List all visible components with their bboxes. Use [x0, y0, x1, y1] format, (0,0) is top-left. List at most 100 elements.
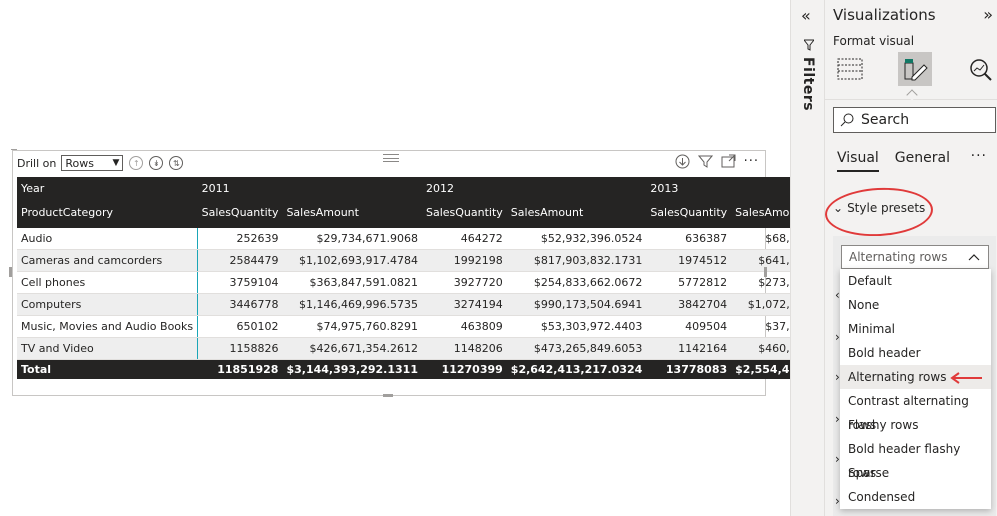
filters-label[interactable]: Filters	[800, 57, 816, 111]
preset-option[interactable]: Condensed	[840, 485, 991, 509]
funnel-icon	[802, 36, 816, 55]
table-row: Computers 3446778 $1,146,469,996.5735 32741…	[17, 293, 871, 316]
filter-icon[interactable]	[697, 154, 713, 169]
table-cell: 11270399	[421, 359, 507, 379]
table-cell: $426,671,354.2612	[282, 337, 422, 360]
search-input[interactable]: Search	[833, 107, 996, 133]
table-cell: SalesQuantity	[197, 199, 283, 228]
drill-down-all-icon[interactable]: ↡	[149, 156, 164, 170]
table-cell: 1142164	[646, 337, 732, 360]
table-cell: $53,303,972.4403	[506, 315, 647, 338]
more-options-icon[interactable]: ···	[971, 148, 987, 164]
table-cell: 3446778	[197, 293, 283, 316]
search-icon	[840, 113, 854, 127]
format-visual-icon[interactable]	[898, 52, 932, 86]
table-cell: $29,734,671.9068	[282, 227, 422, 250]
table-cell: $74,975,760.8291	[282, 315, 422, 338]
build-visual-icon[interactable]	[833, 52, 867, 86]
collapse-icon[interactable]: «	[801, 6, 811, 25]
table-cell: 5772812	[646, 271, 732, 294]
filters-pane: « Filters	[790, 0, 824, 516]
table-cell: 2584479	[197, 249, 283, 272]
total-row: Total 11851928 $3,144,393,292.1311 11270399…	[17, 359, 871, 379]
resize-handle-bottom[interactable]	[383, 394, 393, 397]
table-cell: SalesQuantity	[646, 199, 732, 228]
table-cell: 3927720	[421, 271, 507, 294]
style-preset-options: Default None Minimal Bold header Alternating…	[840, 269, 991, 509]
preset-option[interactable]: None	[840, 293, 991, 317]
table-cell: 1148206	[421, 337, 507, 360]
analytics-icon[interactable]	[963, 52, 997, 86]
drill-on-label: Drill on	[17, 156, 57, 170]
focus-mode-icon[interactable]	[721, 154, 736, 169]
preset-option[interactable]: Flashy rows	[840, 413, 991, 437]
style-presets-header[interactable]: ⌄ Style presets	[833, 201, 925, 215]
drill-mode-icon[interactable]	[675, 154, 690, 169]
resize-handle-right[interactable]	[764, 267, 767, 277]
table-cell: 2013	[646, 177, 732, 199]
preset-option[interactable]: Bold header	[840, 341, 991, 365]
preset-option[interactable]: Contrast alternating rows	[840, 389, 991, 432]
visual-actions: ···	[675, 154, 759, 169]
expand-all-icon[interactable]: ⇅	[169, 156, 184, 170]
table-cell: 636387	[646, 227, 732, 250]
more-options-icon[interactable]: ···	[744, 154, 759, 169]
table-cell: 2011	[197, 177, 283, 199]
table-cell: SalesAmount	[506, 199, 647, 228]
tab-visual[interactable]: Visual	[837, 150, 879, 172]
table-cell: $2,642,413,217.0324	[506, 359, 647, 379]
table-cell: 409504	[646, 315, 732, 338]
table-cell: SalesAmount	[282, 199, 422, 228]
style-preset-select[interactable]: Alternating rows	[841, 245, 989, 269]
table-cell: $1,102,693,917.4784	[282, 249, 422, 272]
drill-up-icon[interactable]: ↑	[129, 156, 144, 170]
table-cell: $3,144,393,292.1311	[282, 359, 422, 379]
preset-option[interactable]: Sparse	[840, 461, 991, 485]
format-tabs: Visual General	[837, 150, 950, 172]
table-cell: 463809	[421, 315, 507, 338]
table-cell: 464272	[421, 227, 507, 250]
table-cell	[506, 177, 647, 199]
table-row: Music, Movies and Audio Books 650102 $74,9…	[17, 315, 871, 338]
table-row: TV and Video 1158826 $426,671,354.2612 1148…	[17, 337, 871, 360]
table-cell: 650102	[197, 315, 283, 338]
drag-grip[interactable]	[383, 154, 399, 162]
table-cell: 3759104	[197, 271, 283, 294]
tab-general[interactable]: General	[895, 150, 950, 172]
table-cell: $363,847,591.0821	[282, 271, 422, 294]
expand-icon[interactable]: »	[983, 5, 993, 24]
preset-option[interactable]: Minimal	[840, 317, 991, 341]
format-visual-label: Format visual	[833, 34, 915, 48]
table-cell: 11851928	[197, 359, 283, 379]
table-cell: 252639	[197, 227, 283, 250]
preset-option[interactable]: Default	[840, 269, 991, 293]
drill-on-select[interactable]: Rows ▼	[61, 155, 124, 171]
table-cell: $52,932,396.0524	[506, 227, 647, 250]
table-row: Cell phones 3759104 $363,847,591.0821 39277…	[17, 271, 871, 294]
row-header-cell: TV and Video	[17, 337, 199, 360]
preset-option[interactable]: Bold header flashy rows	[840, 437, 991, 480]
column-header-row: ProductCategory SalesQuantity SalesAmount S…	[17, 199, 871, 228]
table-cell: $254,833,662.0672	[506, 271, 647, 294]
style-presets-label: Style presets	[847, 201, 926, 215]
resize-handle-left[interactable]	[9, 267, 12, 277]
row-header-cell: Computers	[17, 293, 199, 316]
table-cell: $1,146,469,996.5735	[282, 293, 422, 316]
matrix-visual[interactable]: Drill on Rows ▼ ↑ ↡ ⇅ ··· Year 2011 2012 20…	[11, 149, 871, 396]
column-header-row: Year 2011 2012 2013	[17, 177, 871, 199]
row-header-cell: Total	[17, 359, 198, 379]
drill-bar: Drill on Rows ▼ ↑ ↡ ⇅	[17, 155, 184, 171]
chevron-up-icon	[968, 254, 980, 261]
row-header-cell: Music, Movies and Audio Books	[17, 315, 199, 338]
table-cell: $990,173,504.6941	[506, 293, 647, 316]
drill-on-value: Rows	[65, 156, 94, 170]
viz-icon-row	[833, 52, 997, 92]
table-cell: 1974512	[646, 249, 732, 272]
table-row: Audio 252639 $29,734,671.9068 464272 $52,932…	[17, 227, 871, 250]
row-header-cell: Cell phones	[17, 271, 199, 294]
chevron-down-icon: ⌄	[833, 201, 844, 215]
table-cell: 3842704	[646, 293, 732, 316]
table-cell: 1158826	[197, 337, 283, 360]
table-cell: SalesQuantity	[421, 199, 507, 228]
row-header-cell: Audio	[17, 227, 199, 250]
